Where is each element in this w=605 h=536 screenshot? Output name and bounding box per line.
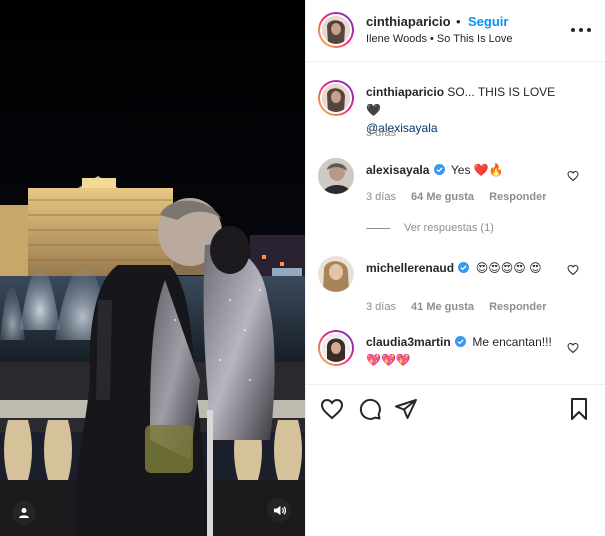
tagged-user-button[interactable]: [12, 501, 36, 525]
comment-time[interactable]: 3 días: [366, 191, 396, 203]
comment-icon[interactable]: [358, 397, 382, 421]
post-action-bar: [306, 384, 605, 430]
caption-time[interactable]: 3 días: [366, 127, 396, 139]
comment-like-icon[interactable]: [567, 342, 579, 354]
comment-text: Yes ❤️🔥: [450, 163, 504, 177]
author-username[interactable]: cinthiaparicio: [366, 14, 451, 29]
comment-username[interactable]: claudia3martin: [366, 335, 451, 349]
comment-text-block: claudia3martin Me encantan!!! 💖💖💖: [366, 333, 566, 369]
commenter-avatar[interactable]: [318, 158, 354, 194]
author-avatar[interactable]: [318, 12, 354, 48]
caption-meta: 3 días: [366, 127, 408, 139]
comment-meta: 3 días 41 Me gusta Responder: [366, 301, 559, 313]
caption-username[interactable]: cinthiaparicio: [366, 85, 444, 99]
view-replies-button[interactable]: Ver respuestas (1): [366, 222, 494, 234]
comment-likes[interactable]: 41 Me gusta: [411, 301, 474, 313]
comment-username[interactable]: alexisayala: [366, 163, 429, 177]
comment-item: claudia3martin Me encantan!!! 💖💖💖: [306, 330, 605, 382]
paper-plane-icon[interactable]: [394, 397, 418, 421]
reply-button[interactable]: Responder: [489, 191, 546, 203]
post-video[interactable]: [0, 0, 305, 536]
audio-attribution-link[interactable]: Ilene Woods • So This Is Love: [366, 33, 513, 45]
verified-badge-icon: [433, 164, 445, 175]
comment-time[interactable]: 3 días: [366, 301, 396, 313]
more-options-icon[interactable]: [571, 20, 591, 40]
comment-like-icon[interactable]: [567, 264, 579, 276]
caption-avatar[interactable]: [318, 80, 354, 116]
comment-likes[interactable]: 64 Me gusta: [411, 191, 474, 203]
comment-text-block: michellerenaud 😍😍😍😍 😍: [366, 259, 566, 277]
comment-text: 😍😍😍😍 😍: [475, 261, 542, 275]
comment-item: michellerenaud 😍😍😍😍 😍 3 días 41 Me gusta…: [306, 256, 605, 320]
comment-username[interactable]: michellerenaud: [366, 261, 454, 275]
commenter-avatar[interactable]: [318, 256, 354, 292]
view-replies-label: Ver respuestas (1): [404, 222, 494, 234]
video-frame: [0, 0, 305, 536]
bookmark-icon[interactable]: [567, 397, 591, 421]
speaker-icon: [273, 505, 286, 515]
verified-badge-icon: [458, 262, 470, 273]
reply-button[interactable]: Responder: [489, 301, 546, 313]
user-icon: [19, 508, 29, 518]
post-sidebar: cinthiaparicio • Seguir Ilene Woods • So…: [305, 0, 605, 536]
comment-like-icon[interactable]: [567, 170, 579, 182]
heart-icon[interactable]: [320, 397, 344, 421]
comment-meta: 3 días 64 Me gusta Responder: [366, 191, 559, 203]
commenter-avatar[interactable]: [318, 330, 354, 366]
follow-button[interactable]: Seguir: [468, 14, 508, 29]
audio-toggle-button[interactable]: [267, 498, 291, 522]
separator-dot: •: [456, 14, 461, 29]
verified-badge-icon: [455, 336, 467, 347]
post-header: cinthiaparicio • Seguir Ilene Woods • So…: [306, 0, 605, 62]
caption: cinthiaparicio SO... THIS IS LOVE 🖤 @ale…: [306, 80, 605, 140]
comment-text-block: alexisayala Yes ❤️🔥: [366, 161, 566, 179]
